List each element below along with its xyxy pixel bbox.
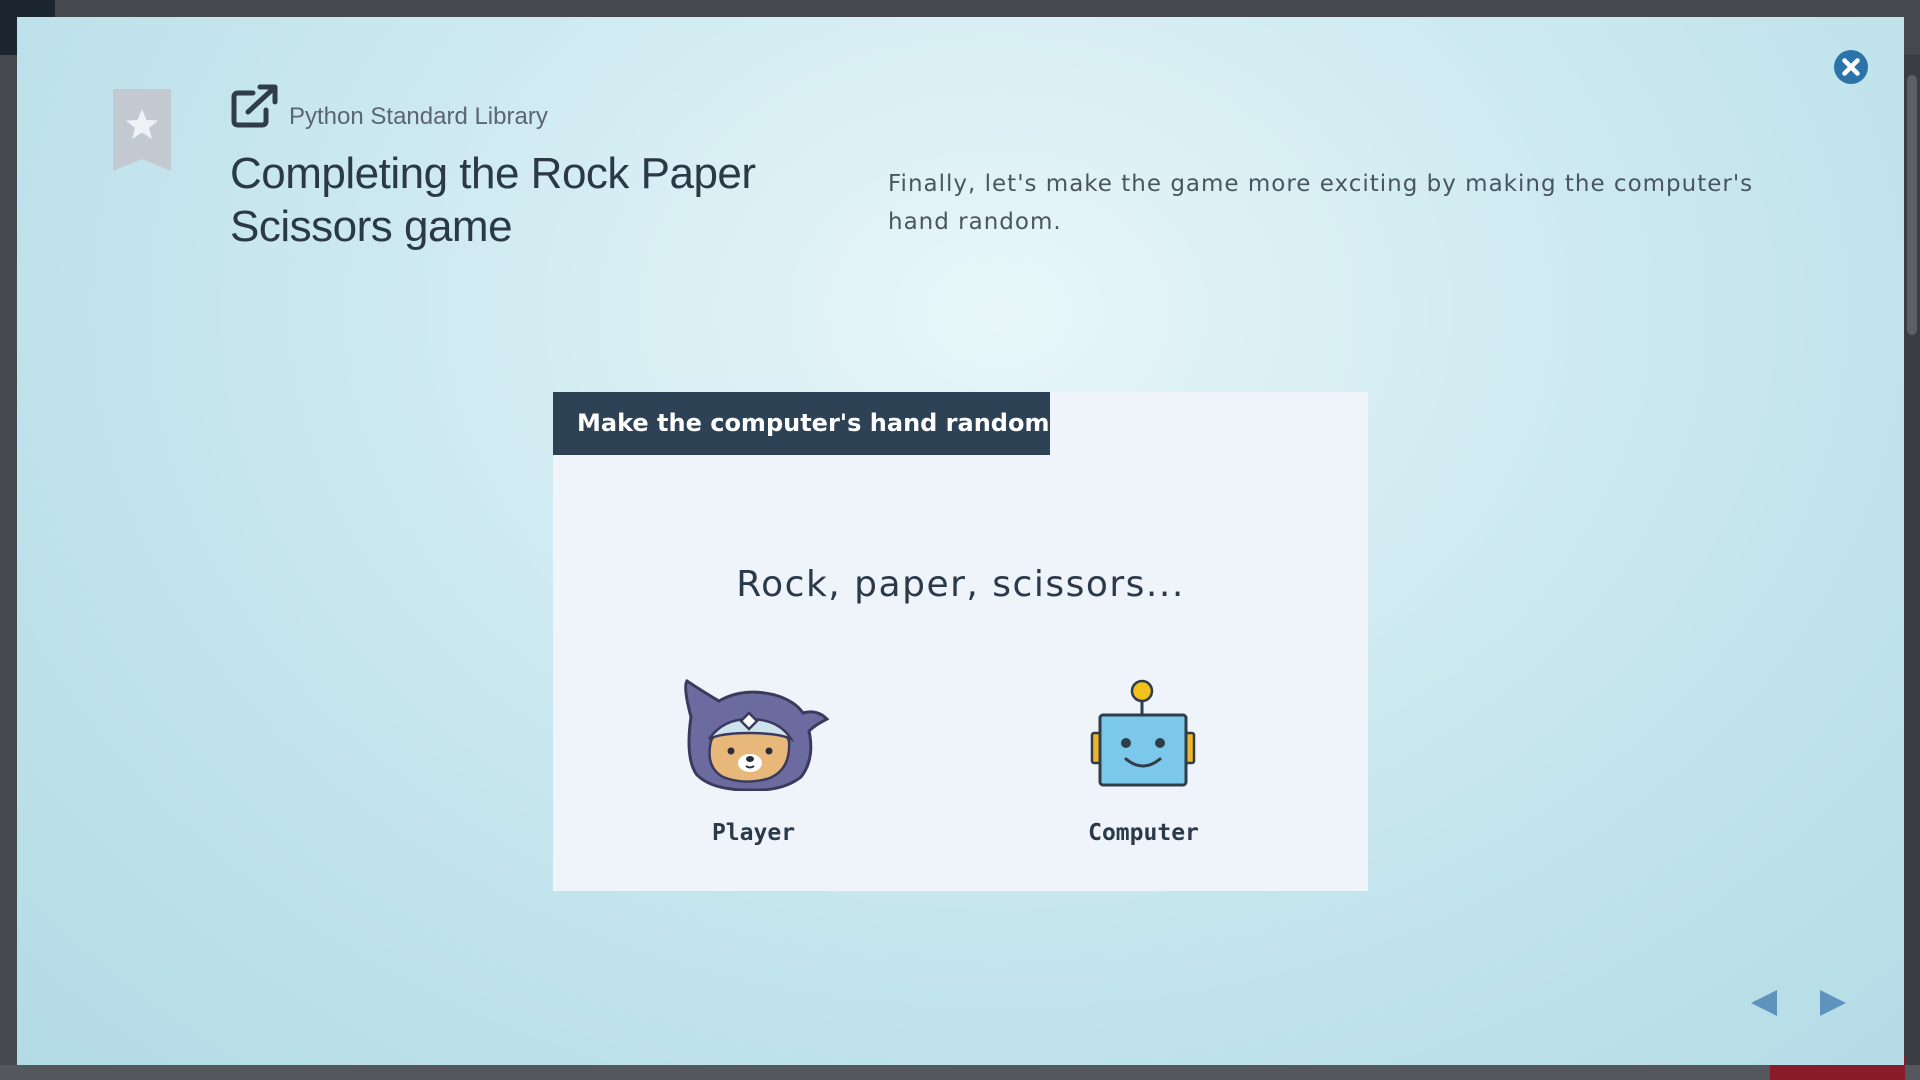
- robot-avatar-icon: [1090, 679, 1196, 787]
- triangle-right-icon[interactable]: [1814, 985, 1850, 1021]
- lesson-title: Completing the Rock Paper Scissors game: [230, 149, 756, 251]
- external-link-icon[interactable]: [231, 84, 279, 128]
- player-label: Player: [711, 820, 796, 846]
- ninja-avatar-icon: [684, 679, 829, 791]
- bottom-bar: [0, 1065, 1920, 1080]
- lesson-category: Python Standard Library: [289, 103, 548, 130]
- game-prompt: Rock, paper, scissors...: [736, 564, 1185, 605]
- lesson-description: Finally, let's make the game more exciti…: [888, 171, 1754, 235]
- close-circle-icon[interactable]: [1833, 49, 1869, 85]
- card-header: Make the computer's hand random: [553, 392, 1050, 455]
- scrollbar-thumb[interactable]: [1907, 75, 1917, 335]
- page-scrollbar[interactable]: [1904, 55, 1920, 1065]
- slide-modal: Python Standard Library Completing the R…: [17, 17, 1904, 1065]
- computer-label: Computer: [1088, 820, 1199, 846]
- lesson-card: Make the computer's hand random Rock, pa…: [553, 392, 1368, 891]
- bookmark-star-icon[interactable]: [113, 89, 171, 171]
- triangle-left-icon[interactable]: [1747, 985, 1783, 1021]
